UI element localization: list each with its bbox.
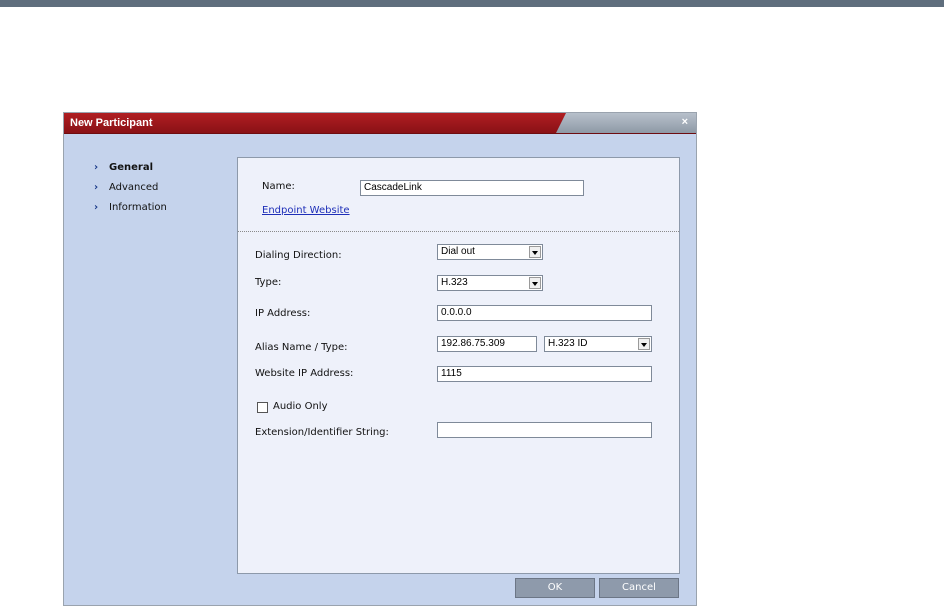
- extension-field[interactable]: [437, 422, 652, 438]
- name-field[interactable]: CascadeLink: [360, 180, 584, 196]
- alias-type-value: H.323 ID: [548, 338, 588, 349]
- new-participant-dialog: New Participant × › General › Advanced ›…: [63, 112, 697, 606]
- dialog-title: New Participant: [70, 117, 153, 129]
- nav-item-label: Advanced: [109, 182, 159, 193]
- chevron-right-icon: ›: [94, 182, 99, 193]
- chevron-down-icon[interactable]: [529, 246, 541, 258]
- extension-label: Extension/Identifier String:: [255, 427, 389, 438]
- title-bar: New Participant ×: [64, 113, 696, 134]
- nav-item-general[interactable]: › General: [94, 161, 167, 181]
- dialing-direction-value: Dial out: [441, 246, 475, 257]
- nav-item-label: Information: [109, 202, 167, 213]
- alias-name-field[interactable]: 192.86.75.309: [437, 336, 537, 352]
- section-divider: [238, 231, 679, 232]
- type-label: Type:: [255, 277, 282, 288]
- chevron-down-icon[interactable]: [529, 277, 541, 289]
- audio-only-label: Audio Only: [273, 401, 328, 412]
- type-value: H.323: [441, 277, 468, 288]
- dialing-direction-select[interactable]: Dial out: [437, 244, 543, 260]
- name-label: Name:: [262, 181, 295, 192]
- ip-address-label: IP Address:: [255, 308, 311, 319]
- audio-only-checkbox[interactable]: [257, 402, 268, 413]
- chevron-down-icon[interactable]: [638, 338, 650, 350]
- nav-item-advanced[interactable]: › Advanced: [94, 181, 167, 201]
- alias-name-label: Alias Name / Type:: [255, 342, 348, 353]
- top-bar: [0, 0, 944, 7]
- nav-item-label: General: [109, 162, 153, 173]
- chevron-right-icon: ›: [94, 162, 99, 173]
- ip-address-field[interactable]: 0.0.0.0: [437, 305, 652, 321]
- close-icon[interactable]: ×: [682, 116, 688, 128]
- nav-item-information[interactable]: › Information: [94, 201, 167, 221]
- general-panel: Name: CascadeLink Endpoint Website Diali…: [237, 157, 680, 574]
- endpoint-website-link[interactable]: Endpoint Website: [262, 205, 350, 216]
- ok-button[interactable]: OK: [515, 578, 595, 598]
- title-bar-accent: [556, 113, 696, 133]
- website-ip-field[interactable]: 1115: [437, 366, 652, 382]
- sidebar-nav: › General › Advanced › Information: [94, 161, 167, 221]
- type-select[interactable]: H.323: [437, 275, 543, 291]
- dialing-direction-label: Dialing Direction:: [255, 250, 342, 261]
- cancel-button[interactable]: Cancel: [599, 578, 679, 598]
- website-ip-label: Website IP Address:: [255, 368, 354, 379]
- chevron-right-icon: ›: [94, 202, 99, 213]
- alias-type-select[interactable]: H.323 ID: [544, 336, 652, 352]
